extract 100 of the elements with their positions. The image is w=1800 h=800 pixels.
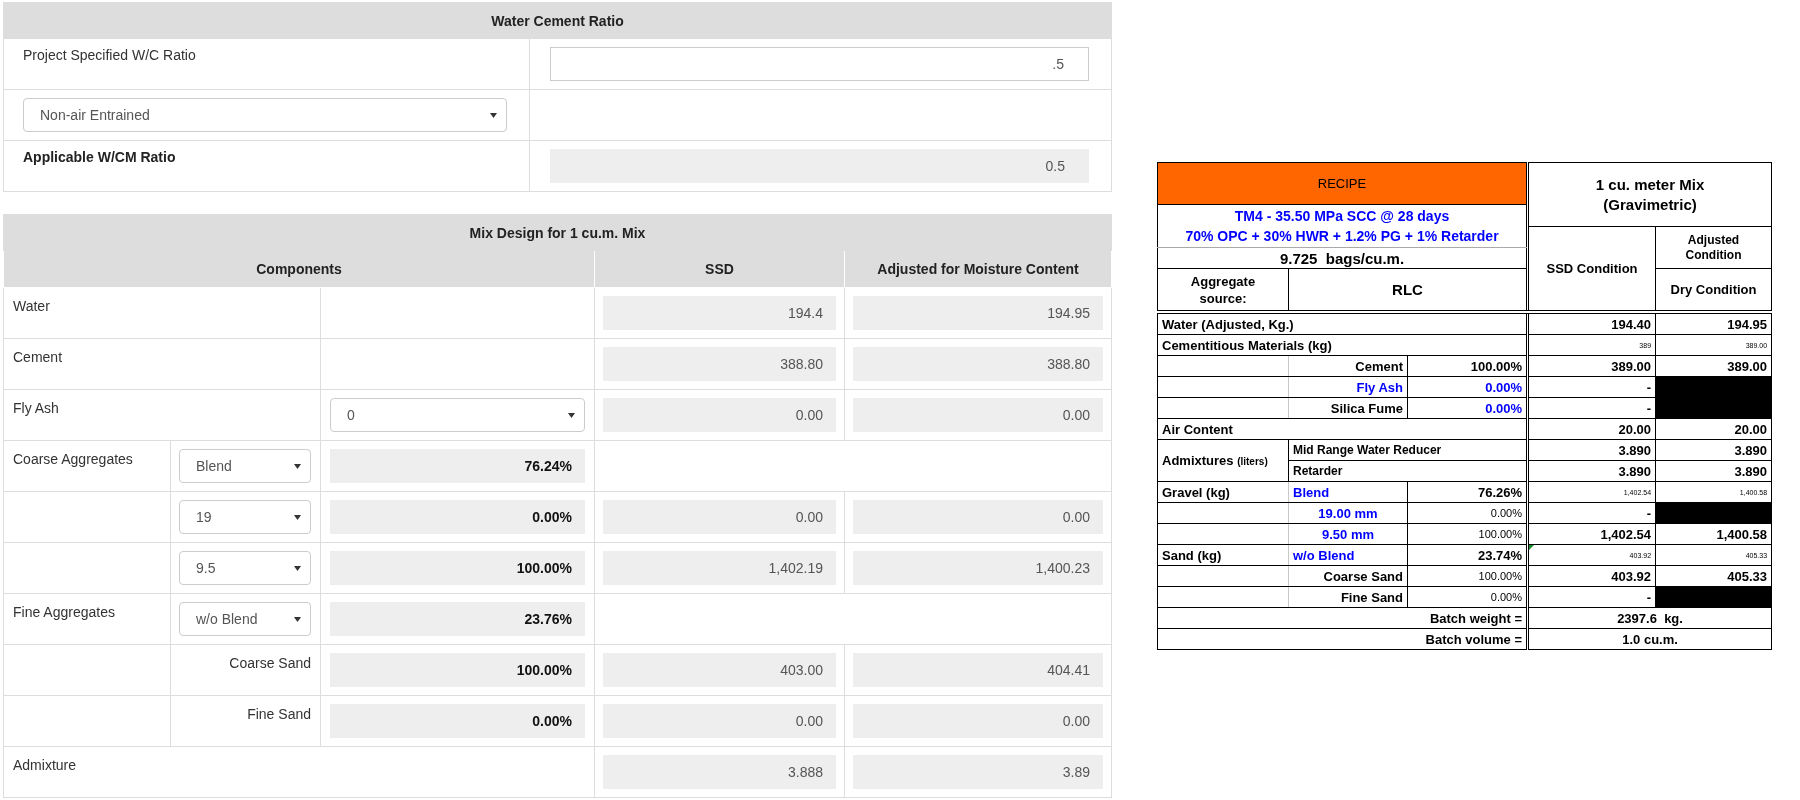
material-name: 9.50 mm [1288,523,1408,545]
ssd-value: 403.92 [1611,568,1652,584]
column-header: Dry Condition [1655,268,1772,311]
ssd-value: - [1646,505,1652,521]
adjusted-field: 388.80 [853,347,1104,381]
row-label: Fine Sand [170,695,321,747]
batch-value: 2397.6 kg. [1617,610,1683,626]
share-value: 100.00% [1407,355,1527,377]
share-field: 0.00% [330,500,585,534]
row-label: Coarse Aggregates [3,440,171,492]
ssd-field: 3.888 [603,755,836,789]
column-header: Adjusted for Moisture Content [844,250,1112,288]
ssd-field: 0.00 [603,398,836,432]
caret-icon [294,463,301,469]
column-header: Components [3,250,595,288]
share-value: 23.74% [1407,544,1527,566]
row-label: Admixtures [1162,452,1234,468]
row-label: Water (Adjusted, Kg.) [1157,313,1527,335]
adjusted-value: 1,400.58 [1655,523,1772,545]
dropdown[interactable]: w/o Blend [179,602,311,636]
adjusted-field: 404.41 [853,653,1104,687]
adjusted-field: 194.95 [853,296,1104,330]
material-name: Silica Fume [1288,397,1408,419]
material-name: Fly Ash [1288,376,1408,398]
adjusted-value: 3.890 [1655,460,1772,482]
ssd-value: 3.890 [1618,463,1652,479]
ssd-value: - [1646,400,1652,416]
adjusted-value: 389.00 [1655,355,1772,377]
adjusted-value: 194.95 [1655,313,1772,335]
field-label: Applicable W/CM Ratio [3,140,530,192]
ssd-value: 20.00 [1618,421,1652,437]
ssd-value: 389.00 [1611,358,1652,374]
share-field: 0.00% [330,704,585,738]
dropdown[interactable]: 0 [330,398,585,432]
dropdown[interactable]: 19 [179,500,311,534]
caret-icon [568,412,575,418]
ssd-field: 388.80 [603,347,836,381]
source-value: RLC [1288,268,1527,311]
adjusted-value: 3.890 [1655,439,1772,461]
dropdown[interactable]: 9.5 [179,551,311,585]
material-name: w/o Blend [1288,544,1408,566]
share-value: 0.00% [1407,586,1527,608]
column-header: SSD [594,250,845,288]
row-label: Gravel (kg) [1157,481,1289,503]
adjusted-field: 0.00 [853,398,1104,432]
ssd-value: 3.890 [1618,442,1652,458]
share-value: 100.00% [1407,523,1527,545]
caret-icon [490,112,497,118]
adjusted-value: 405.33 [1655,565,1772,587]
column-header: Adjusted Condition [1655,226,1772,269]
share-value: 0.00% [1407,397,1527,419]
row-label: Air Content [1157,418,1527,440]
share-value: 0.00% [1407,376,1527,398]
section-title: Mix Design for 1 cu.m. Mix [3,214,1112,251]
dropdown[interactable]: Non-air Entrained [23,98,507,132]
share-value: 100.00% [1407,565,1527,587]
row-label: Sand (kg) [1157,544,1289,566]
material-name: Blend [1288,481,1408,503]
share-field: 76.24% [330,449,585,483]
ssd-value: - [1646,589,1652,605]
bags-per-cubic-meter: 9.725 bags/cu.m. [1157,247,1527,269]
mix-name: TM4 - 35.50 MPa SCC @ 28 days [1233,207,1451,226]
recipe-header: RECIPE [1157,162,1527,205]
adjusted-field: 0.00 [853,500,1104,534]
batch-label: Batch weight = [1157,607,1527,629]
ssd-field: 1,402.19 [603,551,836,585]
unit-label: (liters) [1237,455,1268,467]
material-name: Coarse Sand [1288,565,1408,587]
ssd-field: 0.00 [603,500,836,534]
caret-icon [294,565,301,571]
share-value: 76.26% [1407,481,1527,503]
row-label: Water [3,287,321,339]
share-field: 100.00% [330,653,585,687]
ratio-input[interactable]: .5 [550,47,1089,81]
ssd-field: 194.4 [603,296,836,330]
material-name: Fine Sand [1288,586,1408,608]
ssd-field: 0.00 [603,704,836,738]
row-label: Fly Ash [3,389,321,441]
admixture-name: Retarder [1288,460,1527,482]
dropdown[interactable]: Blend [179,449,311,483]
material-name: Cement [1288,355,1408,377]
adjusted-field: 3.89 [853,755,1104,789]
adjusted-field: 1,400.23 [853,551,1104,585]
adjusted-value: 20.00 [1655,418,1772,440]
readonly-field: 0.5 [550,149,1089,183]
row-label: Cementitious Materials (kg) [1157,334,1527,356]
row-label: Coarse Sand [170,644,321,696]
batch-value: 1.0 cu.m. [1622,631,1678,647]
row-label: Cement [3,338,321,390]
ssd-value: 194.40 [1611,316,1652,332]
caret-icon [294,514,301,520]
binder-blend: 70% OPC + 30% HWR + 1.2% PG + 1% Retarder [1184,227,1500,246]
source-label: Aggregate source: [1157,268,1289,311]
ssd-value: 1,402.54 [1600,526,1652,542]
share-field: 100.00% [330,551,585,585]
field-label: Project Specified W/C Ratio [3,38,530,90]
adjusted-field: 0.00 [853,704,1104,738]
column-header: SSD Condition [1528,226,1656,311]
caret-icon [294,616,301,622]
section-title: Water Cement Ratio [3,2,1112,39]
